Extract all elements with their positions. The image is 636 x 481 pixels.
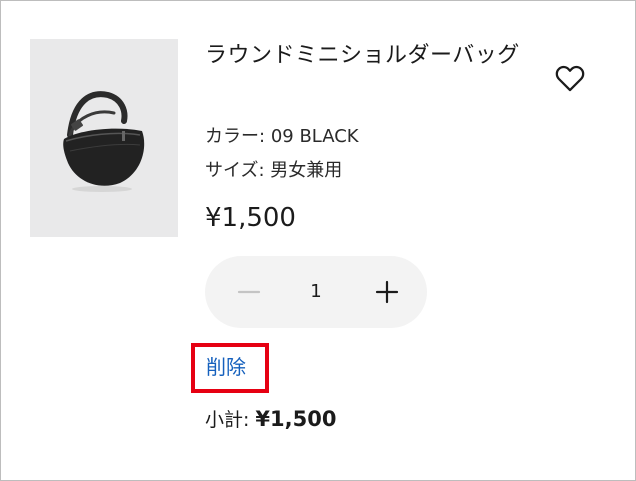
subtotal-label: 小計: — [205, 409, 250, 431]
minus-icon — [237, 290, 261, 294]
plus-icon — [375, 280, 399, 304]
subtotal: 小計: ¥1,500 — [205, 405, 336, 434]
color-value: 09 BLACK — [270, 126, 359, 147]
shoulder-bag-image — [63, 91, 145, 192]
product-price: ¥1,500 — [205, 203, 296, 233]
size-label: サイズ: — [205, 160, 265, 181]
delete-link[interactable]: 削除 — [206, 354, 246, 380]
increase-quantity-button[interactable] — [351, 256, 423, 328]
size-value: 男女兼用 — [270, 160, 343, 181]
product-name[interactable]: ラウンドミニショルダーバッグ — [205, 39, 525, 73]
product-image[interactable] — [30, 39, 178, 237]
cart-item-card: ラウンドミニショルダーバッグ カラー: 09 BLACK サイズ: 男女兼用 ¥… — [0, 0, 636, 481]
subtotal-amount: ¥1,500 — [255, 407, 337, 431]
quantity-value[interactable]: 1 — [285, 256, 347, 328]
color-label: カラー: — [205, 126, 266, 147]
favorite-button[interactable] — [553, 61, 587, 95]
product-size: サイズ: 男女兼用 — [205, 159, 342, 183]
decrease-quantity-button[interactable] — [213, 256, 285, 328]
heart-outline-icon — [555, 65, 585, 92]
quantity-stepper: 1 — [205, 256, 427, 328]
product-color: カラー: 09 BLACK — [205, 125, 359, 149]
